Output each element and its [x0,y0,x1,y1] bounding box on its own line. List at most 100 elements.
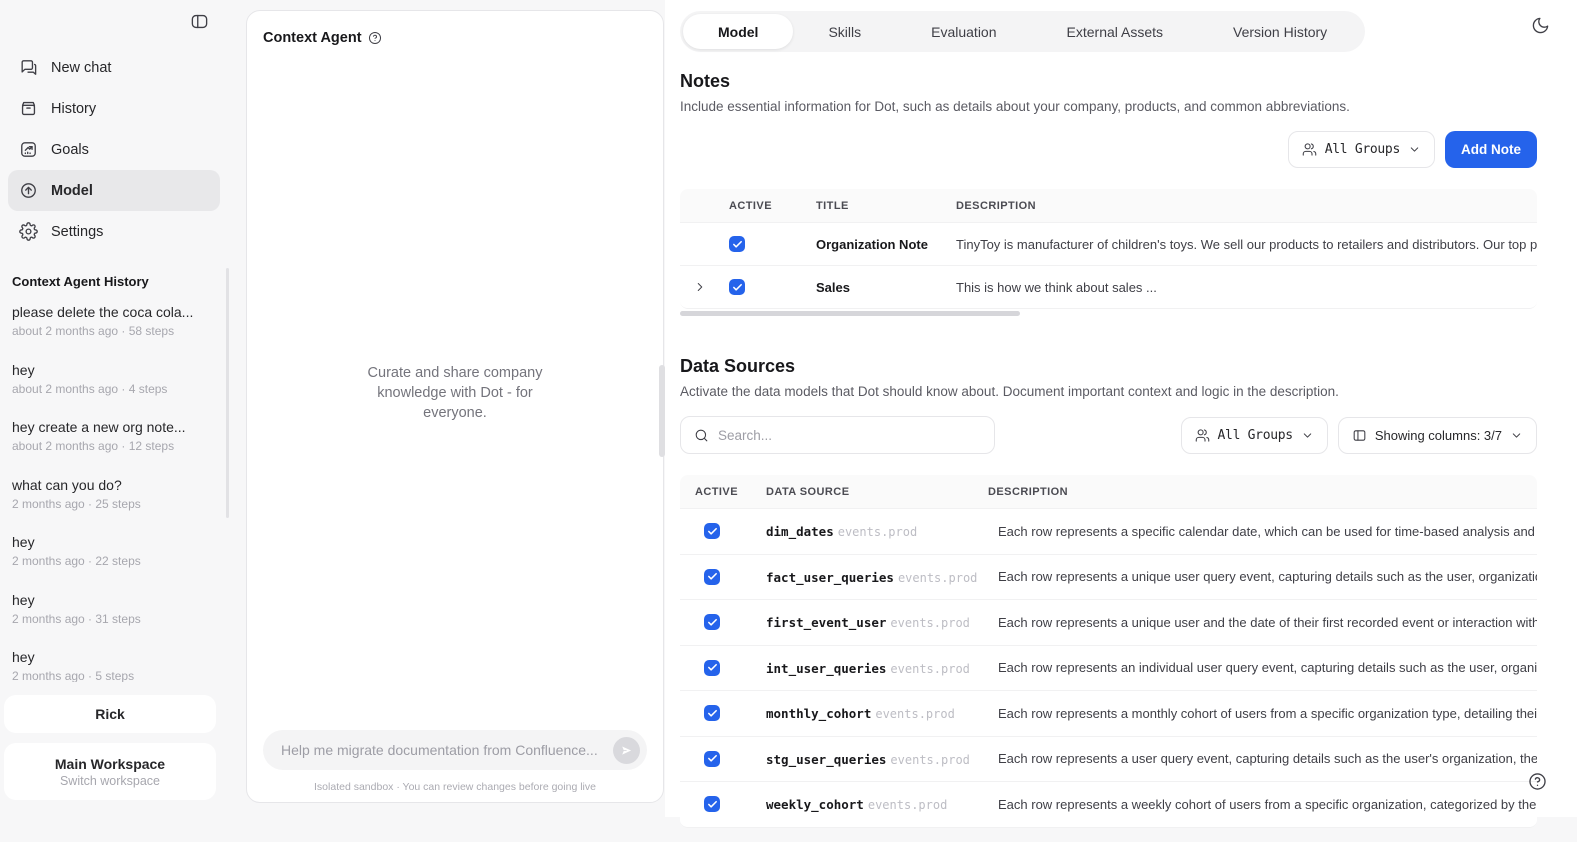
sidebar-item-history[interactable]: History [8,88,220,129]
data-sources-search-input[interactable]: Search... [680,416,995,454]
history-list-item[interactable]: what can you do? 2 months ago · 25 steps [12,476,222,513]
data-source-name: int_user_queries [766,661,886,676]
history-list-item[interactable]: hey 2 months ago · 22 steps [12,533,222,570]
data-source-active-checkbox[interactable] [704,751,720,767]
data-source-description: Each row represents a specific calendar … [988,524,1537,539]
col-data-source: DATA SOURCE [766,486,988,498]
history-list-item[interactable]: hey about 2 months ago · 4 steps [12,361,222,398]
data-source-name: fact_user_queries [766,570,894,585]
history-item-title: hey [12,533,222,552]
sidebar-toggle-icon[interactable] [190,12,209,31]
notes-table-hscrollbar[interactable] [680,311,1020,316]
agent-empty-state-text: Curate and share company knowledge with … [350,363,560,423]
history-item-meta: about 2 months ago · 12 steps [12,438,222,455]
data-source-row: monthly_cohortevents.prod Each row repre… [680,690,1537,736]
data-source-row: dim_datesevents.prod Each row represents… [680,508,1537,554]
history-item-title: hey [12,648,222,667]
add-note-button[interactable]: Add Note [1445,131,1537,168]
sidebar-item-label: New chat [51,60,111,76]
data-source-schema: events.prod [868,798,947,812]
tab[interactable]: Model [683,14,793,49]
tab-label: Model [718,24,758,40]
history-item-meta: about 2 months ago · 4 steps [12,381,222,398]
sidebar-item-new-chat[interactable]: New chat [8,47,220,88]
data-source-active-checkbox[interactable] [704,660,720,676]
history-list-item[interactable]: please delete the coca cola... about 2 m… [12,303,222,340]
notes-section-subtitle: Include essential information for Dot, s… [680,99,1537,114]
data-sources-section-subtitle: Activate the data models that Dot should… [680,384,1537,399]
sidebar-item-model[interactable]: Model [8,170,220,211]
data-source-description: Each row represents a unique user query … [988,569,1537,584]
history-list-item[interactable]: hey 2 months ago · 31 steps [12,591,222,628]
goals-chart-icon [19,140,38,159]
sidebar-item-settings[interactable]: Settings [8,211,220,252]
data-source-name: weekly_cohort [766,797,864,812]
notes-group-filter-value: All Groups [1325,142,1400,157]
sidebar-scrollbar[interactable] [226,268,229,518]
chevron-down-icon [1510,429,1523,442]
note-title: Organization Note [806,237,946,252]
tab[interactable]: Version History [1198,14,1362,49]
users-icon [1302,142,1317,157]
dark-mode-toggle[interactable] [1531,16,1550,35]
help-icon[interactable] [368,31,382,45]
data-sources-group-filter-dropdown[interactable]: All Groups [1181,417,1328,454]
user-button[interactable]: Rick [4,695,216,733]
data-source-active-checkbox[interactable] [704,569,720,585]
data-source-active-checkbox[interactable] [704,705,720,721]
help-button[interactable] [1528,772,1547,791]
context-agent-panel: Context Agent Curate and share company k… [246,10,664,803]
data-source-schema: events.prod [890,753,969,767]
tab-label: Skills [828,24,861,40]
data-source-schema: events.prod [890,662,969,676]
agent-panel-scrollbar[interactable] [659,365,665,457]
model-tabbar: Model Skills Evaluation External Assets … [680,11,1365,52]
showing-columns-value: Showing columns: 3/7 [1375,428,1502,443]
data-sources-table-header: ACTIVE DATA SOURCE DESCRIPTION [680,475,1537,508]
history-item-title: hey [12,591,222,610]
context-agent-history-title: Context Agent History [12,274,149,289]
data-source-description: Each row represents a user query event, … [988,751,1537,766]
data-source-row: stg_user_queries events.prod Each row rep… [680,736,1537,782]
col-description: DESCRIPTION [988,486,1537,498]
tab[interactable]: Skills [793,14,896,49]
context-agent-history-list: please delete the coca cola... about 2 m… [12,303,222,682]
data-source-name: stg_user_queries [766,752,886,767]
note-active-checkbox[interactable] [729,236,745,252]
users-icon [1195,428,1210,443]
col-title: TITLE [806,200,946,212]
data-sources-group-filter-value: All Groups [1218,428,1293,443]
notes-table-header: ACTIVE TITLE DESCRIPTION [680,189,1537,222]
data-source-active-checkbox[interactable] [704,523,720,539]
note-active-checkbox[interactable] [729,279,745,295]
moon-icon [1531,16,1550,35]
send-arrow-icon [620,744,633,757]
archive-icon [19,99,38,118]
showing-columns-dropdown[interactable]: Showing columns: 3/7 [1338,417,1537,454]
sidebar: New chat History Goals Model Settings Co… [0,0,230,842]
data-source-description: Each row represents a monthly cohort of … [988,706,1537,721]
agent-chat-input[interactable]: Help me migrate documentation from Confl… [263,730,647,770]
chat-icon [19,58,38,77]
tab[interactable]: External Assets [1032,14,1199,49]
data-source-description: Each row represents a weekly cohort of u… [988,797,1537,812]
note-description: This is how we think about sales ... [946,280,1537,295]
data-source-active-checkbox[interactable] [704,614,720,630]
data-source-row: first_event_userevents.prod Each row rep… [680,599,1537,645]
note-title: Sales [806,280,946,295]
workspace-switcher[interactable]: Main Workspace Switch workspace [4,743,216,800]
data-source-schema: events.prod [875,707,954,721]
send-button[interactable] [613,737,640,764]
col-active: ACTIVE [720,200,806,212]
data-source-schema: events.prod [838,525,917,539]
notes-group-filter-dropdown[interactable]: All Groups [1288,131,1435,168]
chevron-down-icon [1301,429,1314,442]
tab[interactable]: Evaluation [896,14,1031,49]
sidebar-item-goals[interactable]: Goals [8,129,220,170]
history-list-item[interactable]: hey create a new org note... about 2 mon… [12,418,222,455]
workspace-switch-label: Switch workspace [60,774,160,788]
data-source-active-checkbox[interactable] [704,796,720,812]
notes-table: ACTIVE TITLE DESCRIPTION Organization No… [680,189,1537,309]
expand-row-icon[interactable] [680,280,720,294]
history-list-item[interactable]: hey 2 months ago · 5 steps [12,648,222,682]
